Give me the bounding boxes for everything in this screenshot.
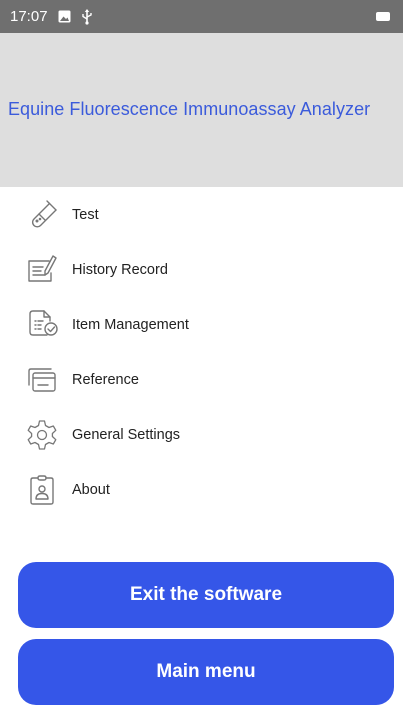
menu-item-reference[interactable]: Reference (24, 360, 364, 400)
status-time: 17:07 (10, 8, 48, 25)
header-banner: Equine Fluorescence Immunoassay Analyzer (0, 33, 403, 187)
menu-item-label: Reference (72, 372, 139, 388)
usb-icon (81, 8, 93, 25)
menu-item-about[interactable]: About (24, 470, 364, 510)
image-icon (58, 10, 71, 23)
menu-item-label: Item Management (72, 317, 189, 333)
menu-item-history-record[interactable]: History Record (24, 250, 364, 290)
gear-icon (24, 417, 60, 453)
history-record-icon (24, 252, 60, 288)
test-tube-icon (24, 197, 60, 233)
battery-icon (376, 12, 390, 21)
menu-item-label: History Record (72, 262, 168, 278)
menu-item-item-management[interactable]: Item Management (24, 305, 364, 345)
exit-software-button[interactable]: Exit the software (18, 562, 394, 628)
item-management-icon (24, 307, 60, 343)
about-icon (24, 472, 60, 508)
status-bar: 17:07 (0, 0, 403, 33)
menu-item-label: Test (72, 207, 99, 223)
app-title: Equine Fluorescence Immunoassay Analyzer (8, 99, 371, 119)
menu-item-label: General Settings (72, 427, 181, 443)
menu-item-general-settings[interactable]: General Settings (24, 415, 364, 455)
main-menu-button[interactable]: Main menu (18, 639, 394, 705)
menu-item-test[interactable]: Test (24, 195, 364, 235)
reference-icon (24, 362, 60, 398)
menu-item-label: About (72, 482, 110, 498)
